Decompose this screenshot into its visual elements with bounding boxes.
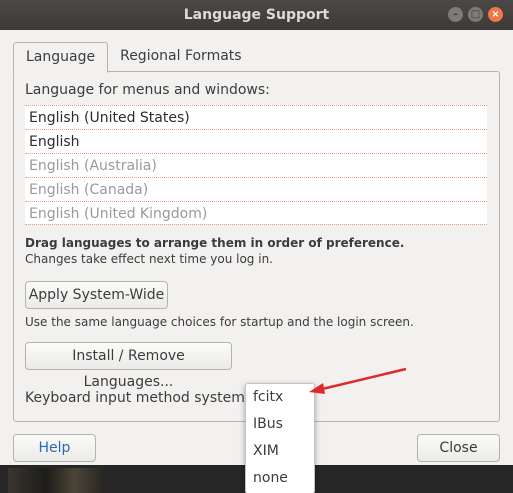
keyboard-input-label: Keyboard input method system: — [25, 390, 250, 406]
window-controls: – □ × — [448, 7, 503, 22]
dropdown-option-xim[interactable]: XIM — [246, 438, 314, 465]
language-item-english-australia[interactable]: English (Australia) — [25, 153, 487, 177]
minimize-icon[interactable]: – — [448, 7, 463, 22]
language-item-english[interactable]: English — [25, 129, 487, 153]
changes-hint: Changes take effect next time you log in… — [25, 252, 273, 266]
language-item-english-canada[interactable]: English (Canada) — [25, 177, 487, 201]
dropdown-option-fcitx[interactable]: fcitx — [246, 384, 314, 411]
tab-language[interactable]: Language — [13, 42, 109, 73]
apply-system-wide-button[interactable]: Apply System-Wide — [25, 281, 168, 309]
title-bar: Language Support – □ × — [0, 0, 513, 30]
dropdown-option-ibus[interactable]: IBus — [246, 411, 314, 438]
language-list[interactable]: English (United States) English English … — [25, 105, 487, 225]
input-method-dropdown[interactable]: fcitx IBus XIM none — [245, 383, 315, 493]
drag-hint: Drag languages to arrange them in order … — [25, 236, 405, 250]
language-support-window: Language Support – □ × Language Regional… — [0, 0, 513, 493]
dropdown-option-none[interactable]: none — [246, 465, 314, 492]
desktop-wallpaper-fragment — [8, 468, 103, 493]
tab-bar: Language Regional Formats — [13, 42, 254, 73]
language-item-english-uk[interactable]: English (United Kingdom) — [25, 201, 487, 225]
close-button[interactable]: Close — [417, 434, 500, 462]
apply-note: Use the same language choices for startu… — [25, 315, 414, 329]
help-button[interactable]: Help — [13, 434, 96, 462]
language-heading: Language for menus and windows: — [25, 82, 270, 98]
install-remove-languages-button[interactable]: Install / Remove Languages... — [25, 342, 232, 390]
window-title: Language Support — [183, 7, 330, 23]
close-icon[interactable]: × — [488, 7, 503, 22]
tab-regional-formats[interactable]: Regional Formats — [108, 42, 253, 71]
maximize-icon[interactable]: □ — [468, 7, 483, 22]
language-item-english-us[interactable]: English (United States) — [25, 105, 487, 129]
